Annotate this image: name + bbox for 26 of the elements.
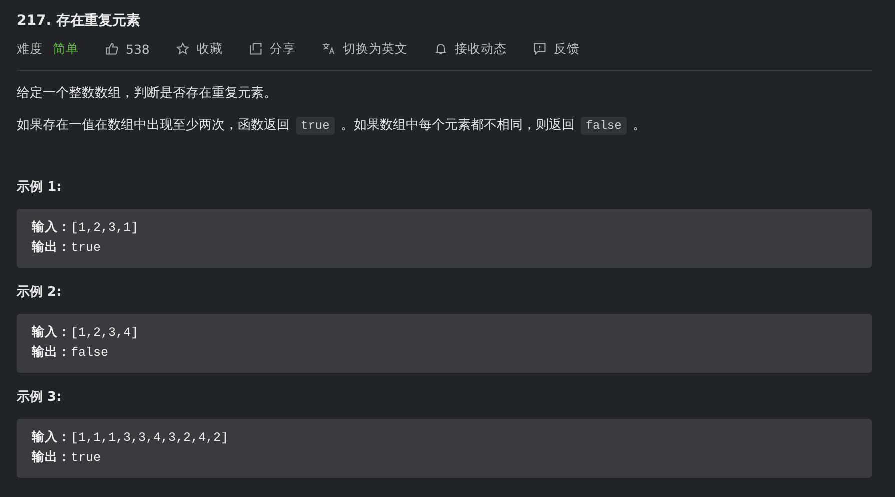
feedback-button[interactable]: 反馈 [532,40,580,58]
description-paragraph: 给定一个整数数组，判断是否存在重复元素。 [17,85,278,103]
bell-icon [434,42,448,56]
example-line: 输出：true [32,450,102,467]
example-line: 输出：false [32,344,110,362]
example-heading: 示例 3: [17,389,63,407]
description-paragraph: 如果存在一值在数组中出现至少两次，函数返回 true 。如果数组中每个元素都不相同，则返回 false 。 [17,116,647,137]
difficulty-value: 简单 [53,40,79,58]
feedback-icon [532,42,547,56]
example-line: 输出：true [32,240,102,257]
problem-title: 217. 存在重复元素 [17,12,142,31]
share-icon [248,42,263,56]
example-heading: 示例 1: [17,179,63,197]
like-icon [105,42,119,56]
example-line: 输入：[1,2,3,1] [32,219,140,237]
example-heading: 示例 2: [17,284,63,302]
subscribe-button[interactable]: 接收动态 [434,40,507,58]
difficulty-label: 难度 [17,40,43,58]
share-button[interactable]: 分享 [248,40,296,58]
language-button[interactable]: 切换为英文 [322,40,408,58]
star-icon [176,42,190,56]
favorite-button[interactable]: 收藏 [176,40,223,58]
translate-icon [322,42,336,56]
example-line: 输入：[1,1,1,3,3,4,3,2,4,2] [32,429,230,447]
example-line: 输入：[1,2,3,4] [32,324,140,342]
like-button[interactable]: 538 [105,42,150,56]
